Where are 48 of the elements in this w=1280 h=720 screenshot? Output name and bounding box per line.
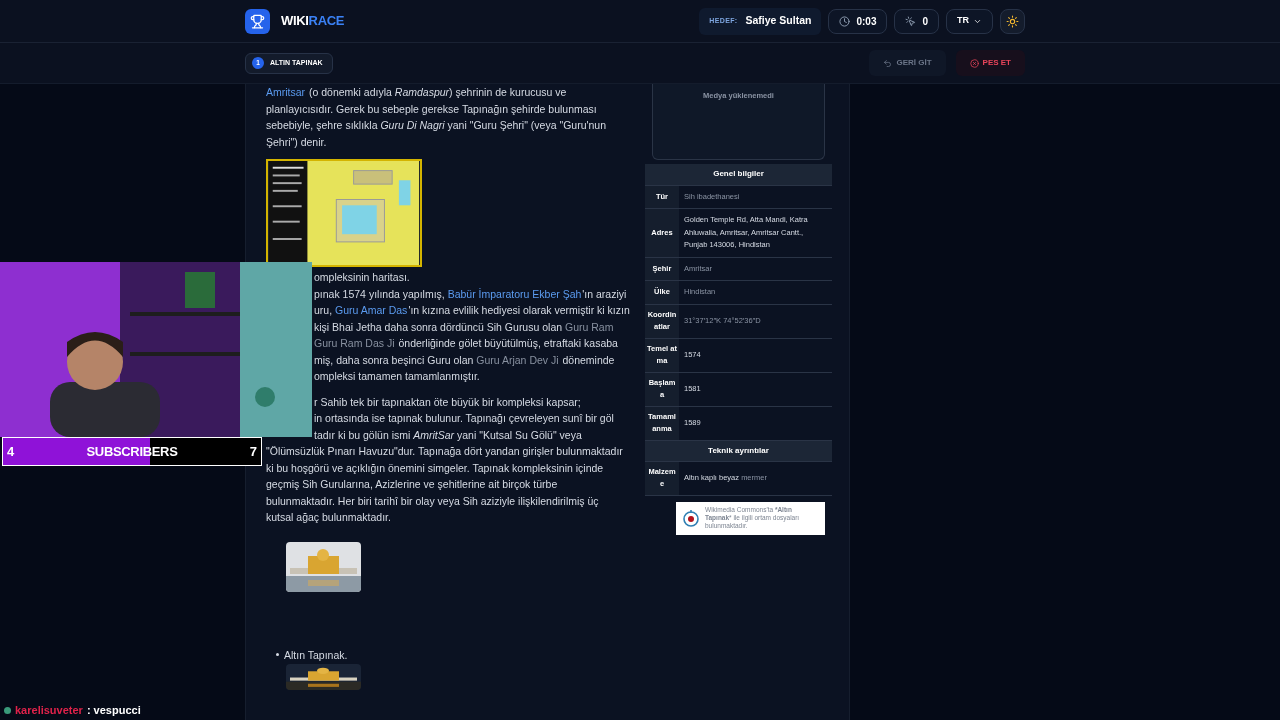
- target-title: Safiye Sultan: [745, 13, 812, 29]
- goal-target: 7: [249, 442, 257, 461]
- paragraph-line: miş, daha sonra beşinci Guru olan Guru Arjan Dev Ji döneminde: [314, 352, 615, 368]
- timer-pill: 0:03: [828, 8, 888, 34]
- article-link[interactable]: Amritsar: [266, 86, 306, 98]
- give-up-button[interactable]: PES ET: [955, 50, 1025, 76]
- article-link[interactable]: Babür İmparatoru Ekber Şah: [447, 287, 582, 300]
- sun-icon: [1006, 14, 1019, 28]
- theme-toggle[interactable]: [1000, 8, 1025, 34]
- commons-logo-icon: [682, 509, 700, 527]
- paragraph-line: ki bu hoşgörü ve açıklığın önemini simgeler. Tapınak kompleksinin içinde: [266, 460, 604, 476]
- infobox-section-header: Genel bilgiler: [645, 164, 832, 185]
- article-link[interactable]: Guru Ram: [565, 320, 614, 333]
- goal-current: 4: [7, 442, 15, 461]
- close-circle-icon: [969, 58, 979, 68]
- article-link[interactable]: Guru Arjan Dev Ji: [476, 353, 559, 366]
- paragraph-line: sebebiyle, şehre sıklıkla Guru Di Nagri yani "Guru Şehri" (veya "Guru'nun: [266, 118, 606, 133]
- app-logo[interactable]: WIKIRACE: [281, 11, 345, 31]
- undo-icon: [883, 58, 893, 68]
- chat-message: : vespucci: [86, 703, 141, 718]
- paragraph-line: Şehri") denir.: [266, 134, 327, 150]
- article-link[interactable]: Guru Amar Das: [335, 304, 408, 316]
- paragraph-line: r Sahib tek bir tapınaktan öte büyük bir kompleksi kapsar;: [314, 394, 581, 410]
- paragraph-line: planlayıcısıdır. Gerek bu sebeple gerekse Tapınağın şehirde bulunması: [266, 101, 597, 117]
- paragraph-line: ompleksi tamamen tamamlanmıştır.: [314, 369, 480, 384]
- paragraph-line: kutsal ağaç bulunmaktadır.: [266, 510, 391, 525]
- click-counter: 0: [894, 8, 939, 34]
- paragraph-line: in ortasında ise tapınak bulunur. Tapınağı çevreleyen sunî bir göl: [314, 411, 614, 426]
- bullet-icon: [276, 653, 279, 656]
- paragraph-line: ompleksinin haritası.: [314, 270, 410, 285]
- chat-username: karelisuveter: [15, 703, 83, 718]
- user-badge-icon: [4, 706, 11, 714]
- article-link[interactable]: Guru Ram Das Ji: [314, 337, 395, 349]
- paragraph-line: Amritsar (o dönemki adıyla Ramdaspur) şehrinin de kurucusu ve: [266, 85, 567, 100]
- gallery-caption: Altın Tapınak.: [284, 647, 348, 663]
- paragraph-line: kişi Bhai Jetha daha sonra dördüncü Sih Gurusu olan Guru Ram: [314, 319, 615, 335]
- paragraph-line: pınak 1574 yılında yapılmış, Babür İmparatoru Ekber Şah'ın araziyi: [314, 286, 627, 302]
- paragraph-line: uru, Guru Amar Das'ın kızına evlilik hediyesi olarak vermiştir ki kızın: [314, 303, 630, 318]
- trophy-icon: [245, 8, 270, 34]
- infobox-section-header: Teknik ayrıntılar: [645, 440, 832, 461]
- paragraph-line: geçmiş Sih Gurularına, Azizlerine ve şehitlerine ait birçok türbe: [266, 477, 558, 492]
- paragraph-line: Guru Ram Das Ji önderliğinde gölet büyütülmüş, etraftaki kasaba: [314, 336, 618, 351]
- paragraph-line: tadır ki bu gölün ismi AmritSar yani "Kutsal Su Gölü" veya: [314, 427, 582, 443]
- language-selector[interactable]: TR: [946, 8, 993, 34]
- pointer-click-icon: [905, 15, 917, 27]
- paragraph-line: "Ölümsüzlük Pınarı Havuzu"dur. Tapınağa dört yandan girişler bulunmaktadır: [266, 444, 623, 459]
- paragraph-line: bulunmaktadır. Her biri tarihî bir olay veya Sih aziziyle ilişkilendirilmiş üç: [266, 493, 599, 509]
- clock-icon: [839, 15, 851, 27]
